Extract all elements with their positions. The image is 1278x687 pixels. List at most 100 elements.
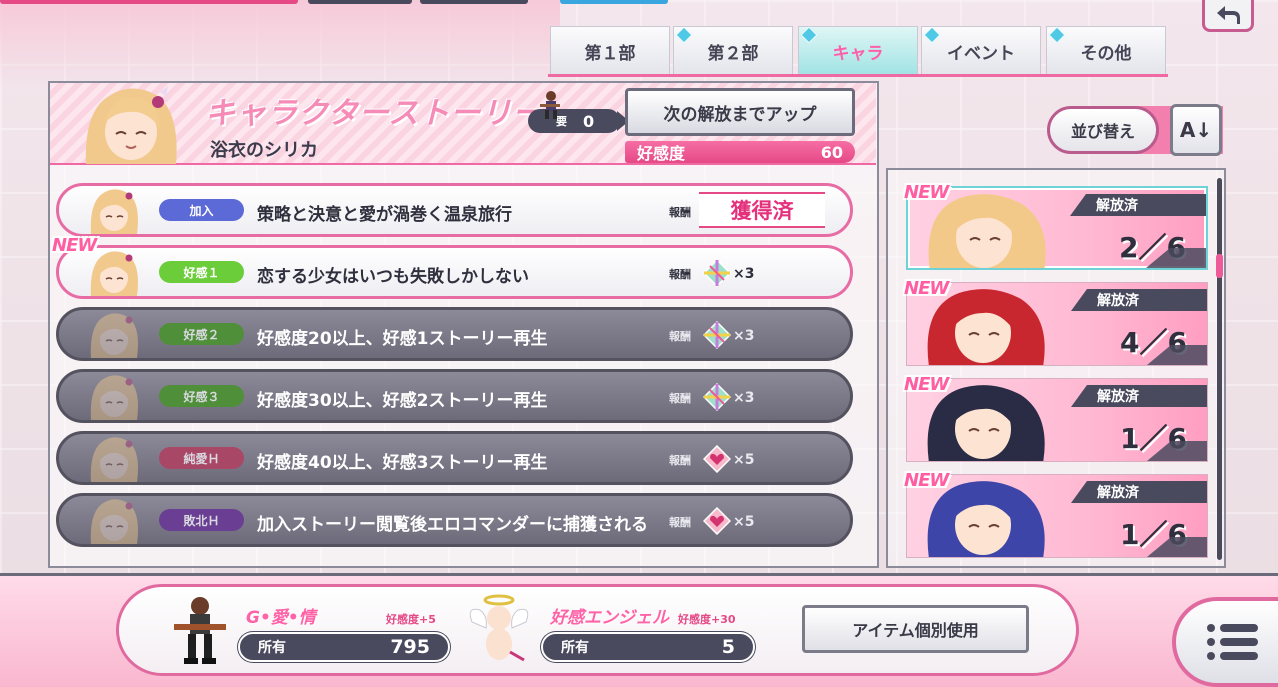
- g-ai-jou-item-icon: [174, 597, 226, 664]
- new-badge: NEW: [904, 278, 949, 299]
- unlock-status: 解放済: [1070, 194, 1206, 216]
- new-diamond-icon: [1048, 26, 1066, 44]
- affection-bar: 好感度 60: [625, 141, 855, 163]
- reward-quantity: ×3: [733, 328, 755, 344]
- sort-direction-button[interactable]: A↓: [1170, 104, 1222, 156]
- story-tag: 純愛Ｈ: [159, 447, 244, 469]
- back-button[interactable]: [1202, 0, 1254, 32]
- reward-label: 報酬: [669, 392, 691, 405]
- reward-label: 報酬: [669, 206, 691, 219]
- item-owned-count: 所有 795: [238, 632, 450, 662]
- tab-1[interactable]: 第１部: [550, 26, 670, 76]
- tab-label: その他: [1080, 44, 1132, 64]
- commander-figure-icon: [540, 91, 560, 119]
- affection-label: 好感度: [637, 144, 686, 163]
- item-bonus: 好感度+5: [386, 613, 436, 626]
- scrollbar-track[interactable]: [1217, 178, 1222, 560]
- tab-2[interactable]: 第２部: [673, 26, 793, 76]
- page-title: キャラクターストーリー: [205, 96, 544, 131]
- reward-label: 報酬: [669, 454, 691, 467]
- reward-quantity: ×3: [733, 390, 755, 406]
- new-diamond-icon: [675, 26, 693, 44]
- back-arrow-icon: [1217, 5, 1240, 24]
- story-tag: 加入: [159, 199, 244, 221]
- item-bonus: 好感度+30: [678, 613, 736, 626]
- new-badge: NEW: [904, 374, 949, 395]
- story-row[interactable]: 敗北Ｈ 加入ストーリー閲覧後エロコマンダーに捕獲される 報酬 ×5: [56, 493, 853, 547]
- story-row[interactable]: 好感１ 恋する少女はいつも失敗しかしない 報酬 ×3: [56, 245, 853, 299]
- tab-4[interactable]: イベント: [921, 26, 1041, 76]
- top-bar-segment: [0, 0, 298, 4]
- obtained-stamp: 獲得済: [699, 192, 825, 228]
- story-title: 加入ストーリー閲覧後エロコマンダーに捕獲される: [257, 515, 648, 535]
- sort-button[interactable]: 並び替え: [1047, 106, 1159, 154]
- unlock-next-button[interactable]: 次の解放までアップ: [625, 88, 855, 136]
- character-card[interactable]: 解放済 1／6: [906, 474, 1208, 558]
- unlock-status: 解放済: [1071, 481, 1207, 503]
- story-title: 恋する少女はいつも失敗しかしない: [257, 267, 529, 287]
- unlock-status: 解放済: [1071, 289, 1207, 311]
- tab-5[interactable]: その他: [1046, 26, 1166, 76]
- story-tag: 好感２: [159, 323, 244, 345]
- story-thumbnail: [85, 496, 143, 544]
- new-badge: NEW: [904, 470, 949, 491]
- affection-angel-item-icon: [469, 594, 529, 662]
- story-title: 好感度40以上、好感3ストーリー再生: [257, 453, 548, 473]
- story-thumbnail: [85, 186, 143, 234]
- character-card[interactable]: 解放済 4／6: [906, 282, 1208, 366]
- tab-label: キャラ: [832, 44, 884, 64]
- story-tag: 好感３: [159, 385, 244, 407]
- reward-quantity: ×5: [733, 452, 755, 468]
- owned-value: 5: [721, 636, 735, 658]
- story-title: 好感度20以上、好感1ストーリー再生: [257, 329, 548, 349]
- owned-value: 795: [390, 636, 430, 658]
- new-badge: NEW: [904, 182, 949, 203]
- use-item-button[interactable]: アイテム個別使用: [802, 605, 1029, 653]
- character-card[interactable]: 解放済 1／6: [906, 378, 1208, 462]
- tabs-underline: [548, 74, 1168, 77]
- tab-3[interactable]: キャラ: [798, 26, 918, 76]
- top-bar-segment: [420, 0, 528, 4]
- main-menu-button[interactable]: [1172, 597, 1278, 687]
- crystal-icon: [702, 320, 732, 353]
- crystal-icon: [702, 382, 732, 415]
- item-name: 好感エンジェル: [550, 608, 669, 628]
- story-tag: 敗北Ｈ: [159, 509, 244, 531]
- character-name: 浴衣のシリカ: [210, 140, 318, 161]
- item-name: G•愛•情: [246, 608, 316, 628]
- sort-az-icon: A↓: [1179, 118, 1213, 142]
- story-row[interactable]: 加入 策略と決意と愛が渦巻く温泉旅行 報酬 獲得済: [56, 183, 853, 237]
- story-row[interactable]: 純愛Ｈ 好感度40以上、好感3ストーリー再生 報酬 ×5: [56, 431, 853, 485]
- scrollbar-thumb[interactable]: [1216, 254, 1223, 278]
- reward-label: 報酬: [669, 268, 691, 281]
- unlock-status: 解放済: [1071, 385, 1207, 407]
- top-bar-segment: [560, 0, 668, 4]
- tab-label: 第１部: [584, 44, 636, 64]
- tab-label: 第２部: [707, 44, 759, 64]
- new-diamond-icon: [800, 26, 818, 44]
- reward-label: 報酬: [669, 330, 691, 343]
- story-thumbnail: [85, 310, 143, 358]
- story-tag: 好感１: [159, 261, 244, 283]
- owned-label: 所有: [258, 640, 286, 656]
- new-diamond-icon: [923, 26, 941, 44]
- story-title: 策略と決意と愛が渦巻く温泉旅行: [257, 205, 512, 225]
- affection-value: 60: [820, 142, 843, 162]
- hamburger-menu-icon: [1207, 624, 1258, 660]
- story-thumbnail: [85, 434, 143, 482]
- story-row[interactable]: 好感３ 好感度30以上、好感2ストーリー再生 報酬 ×3: [56, 369, 853, 423]
- requirement-value: 0: [583, 111, 595, 131]
- item-owned-count: 所有 5: [541, 632, 755, 662]
- story-title: 好感度30以上、好感2ストーリー再生: [257, 391, 548, 411]
- crystal-icon: [702, 258, 732, 291]
- story-row[interactable]: 好感２ 好感度20以上、好感1ストーリー再生 報酬 ×3: [56, 307, 853, 361]
- tab-label: イベント: [947, 44, 1015, 64]
- heart-gem-icon: [702, 444, 732, 477]
- owned-label: 所有: [561, 640, 589, 656]
- reward-label: 報酬: [669, 516, 691, 529]
- story-thumbnail: [85, 372, 143, 420]
- heart-gem-icon: [702, 506, 732, 539]
- reward-quantity: ×5: [733, 514, 755, 530]
- character-card[interactable]: 解放済 2／6: [906, 186, 1208, 270]
- background-glow: [0, 0, 560, 90]
